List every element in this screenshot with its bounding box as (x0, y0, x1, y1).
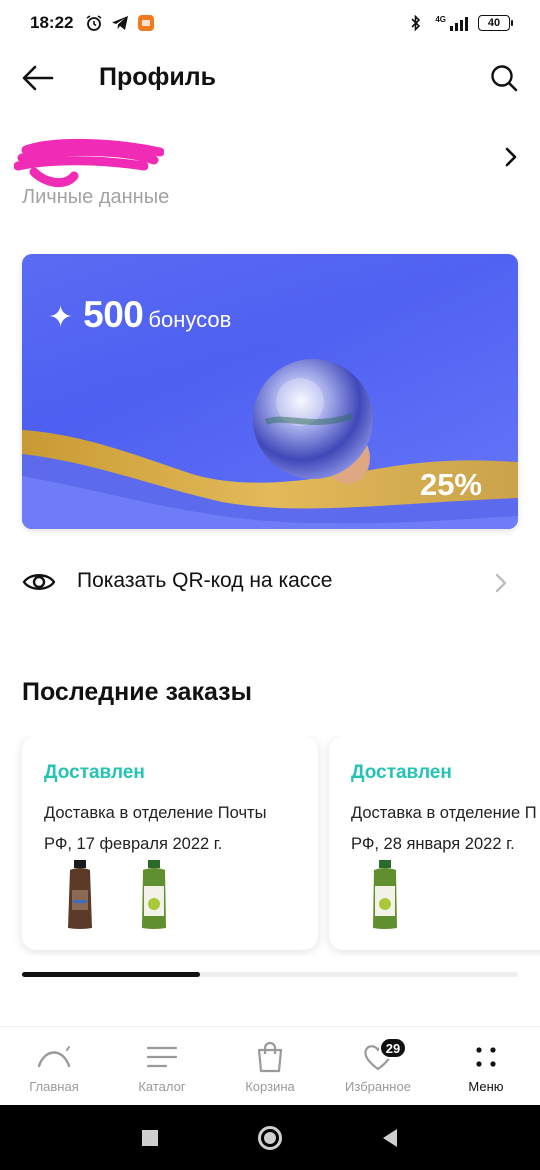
chevron-right-icon (505, 147, 517, 167)
chevron-right-icon (495, 573, 507, 593)
brown-shampoo-bottle-image (68, 860, 92, 929)
status-time: 18:22 (30, 13, 74, 32)
bonus-amount: 500 (83, 294, 144, 335)
green-shampoo-bottle-image (373, 860, 397, 929)
heart-icon: 29 (361, 1037, 407, 1073)
search-button[interactable] (486, 60, 522, 96)
bag-icon (253, 1041, 287, 1073)
telegram-icon (111, 14, 129, 32)
recent-orders-title: Последние заказы (22, 678, 252, 706)
nav-home[interactable]: Главная (0, 1027, 108, 1105)
nav-label: Главная (29, 1079, 79, 1094)
order-delivery-line: Доставка в отделение Почты (44, 804, 267, 822)
personal-data-label: Личные данные (22, 186, 170, 208)
name-redaction-scribble (14, 138, 164, 188)
status-notification-icons (85, 14, 155, 32)
nav-label: Меню (468, 1079, 504, 1094)
recent-apps-button[interactable] (130, 1118, 170, 1158)
order-card[interactable]: Доставлен Доставка в отделение Почты РФ,… (22, 736, 318, 950)
nav-cart[interactable]: Корзина (216, 1027, 324, 1105)
bottom-navigation: Главная Каталог Корзина 29 Избранное Мен… (0, 1026, 540, 1105)
battery-icon: 40 (478, 15, 513, 31)
orders-carousel[interactable]: Доставлен Доставка в отделение Почты РФ,… (0, 736, 540, 956)
battery-level: 40 (487, 17, 501, 29)
app-notification-icon (137, 14, 155, 32)
show-qr-code-label: Показать QR-код на кассе (77, 569, 333, 592)
bonus-discount-percent: 25% (419, 467, 482, 502)
page-title: Профиль (99, 63, 217, 91)
order-card[interactable]: Доставлен Доставка в отделение П РФ, 28 … (329, 736, 540, 950)
network-type: 4G (435, 15, 446, 24)
order-status: Доставлен (351, 762, 452, 783)
back-system-button[interactable] (370, 1118, 410, 1158)
order-status: Доставлен (44, 762, 145, 783)
order-delivery-info: Доставка в отделение Почты РФ, 17 феврал… (44, 798, 304, 860)
nav-label: Корзина (245, 1079, 295, 1094)
menu-dots-icon (469, 1041, 503, 1073)
header: Профиль (0, 46, 540, 110)
show-qr-code-row[interactable]: Показать QR-код на кассе (0, 550, 540, 614)
carousel-scroll-thumb (22, 972, 200, 977)
green-shampoo-bottle-image (142, 860, 166, 929)
system-navigation-bar (0, 1105, 540, 1170)
arrow-left-icon (22, 65, 54, 91)
status-right: 4G 40 (407, 0, 513, 46)
catalog-lines-icon (145, 1041, 179, 1073)
carousel-scroll-indicator (22, 972, 518, 977)
status-bar: 18:22 4G 40 (0, 0, 540, 46)
back-button[interactable] (20, 60, 56, 96)
profile-personal-data-link[interactable]: Личные данные (0, 130, 540, 220)
signal-icon: 4G (435, 15, 468, 31)
bonus-balance: ✦ 500 бонусов (48, 294, 231, 336)
square-icon (142, 1129, 158, 1146)
sparkle-icon: ✦ (48, 301, 74, 334)
order-delivery-line: Доставка в отделение П (351, 804, 537, 822)
favorites-count-badge: 29 (379, 1037, 407, 1059)
bonus-unit: бонусов (148, 307, 232, 332)
circle-icon (258, 1125, 282, 1150)
home-button[interactable] (250, 1118, 290, 1158)
nav-catalog[interactable]: Каталог (108, 1027, 216, 1105)
nav-menu[interactable]: Меню (432, 1027, 540, 1105)
order-date-line: РФ, 28 января 2022 г. (351, 835, 515, 853)
alarm-icon (85, 14, 103, 32)
order-delivery-info: Доставка в отделение П РФ, 28 января 202… (351, 798, 540, 860)
bluetooth-icon (407, 14, 425, 32)
bonus-card[interactable]: ✦ 500 бонусов 25% (22, 254, 518, 529)
nav-favorites[interactable]: 29 Избранное (324, 1027, 432, 1105)
triangle-back-icon (383, 1128, 397, 1147)
home-arc-icon (37, 1041, 71, 1073)
search-icon (491, 65, 518, 92)
nav-label: Каталог (138, 1079, 186, 1094)
nav-label: Избранное (345, 1079, 411, 1094)
eye-icon (22, 574, 56, 590)
order-date-line: РФ, 17 февраля 2022 г. (44, 835, 223, 853)
